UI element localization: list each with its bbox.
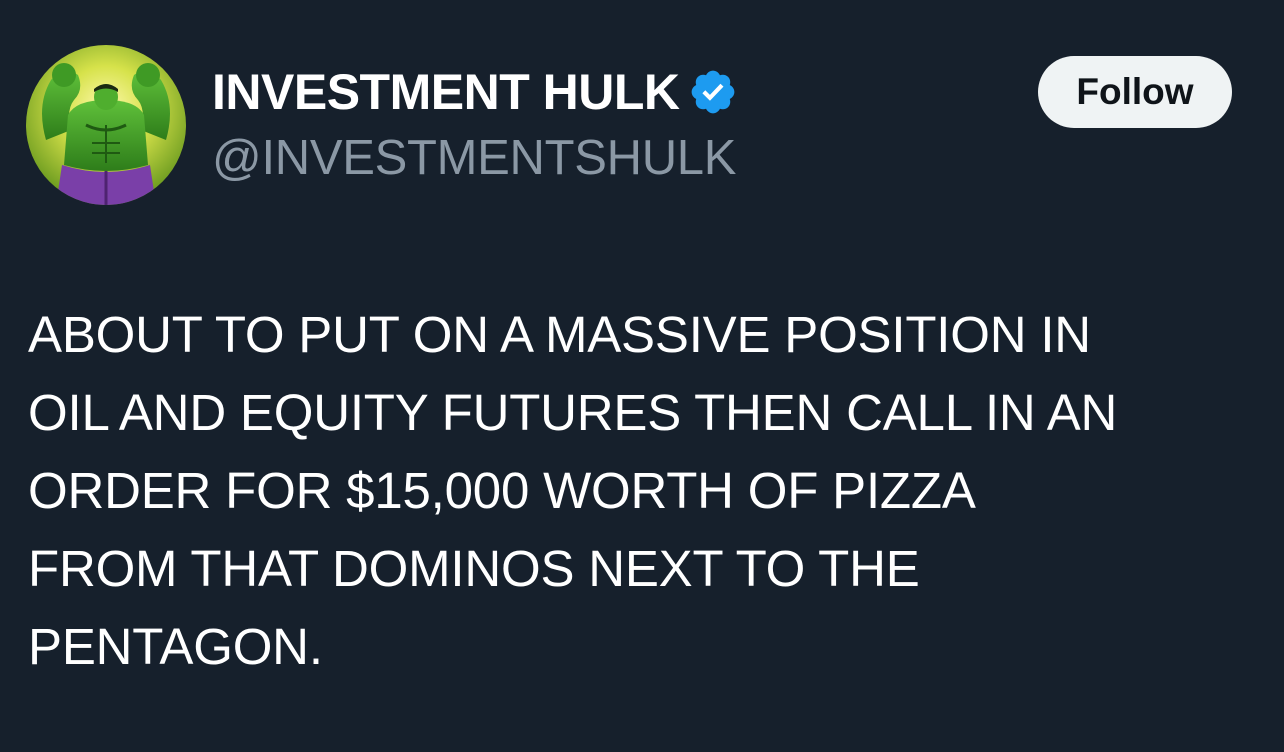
tweet-text-line: ORDER FOR $15,000 WORTH OF PIZZA bbox=[28, 462, 976, 519]
tweet-text-line: FROM THAT DOMINOS NEXT TO THE bbox=[28, 540, 920, 597]
name-row: INVESTMENT HULK bbox=[212, 62, 738, 122]
display-name[interactable]: INVESTMENT HULK bbox=[212, 62, 680, 122]
tweet-text: ABOUT TO PUT ON A MASSIVE POSITION IN OI… bbox=[28, 296, 1268, 686]
verified-badge-icon bbox=[688, 67, 738, 117]
tweet-card: INVESTMENT HULK @INVESTMENTSHULK Follow … bbox=[0, 0, 1284, 752]
follow-button[interactable]: Follow bbox=[1038, 56, 1232, 128]
tweet-text-line: OIL AND EQUITY FUTURES THEN CALL IN AN bbox=[28, 384, 1118, 441]
tweet-text-line: PENTAGON. bbox=[28, 618, 323, 675]
avatar[interactable] bbox=[26, 45, 186, 205]
handle[interactable]: @INVESTMENTSHULK bbox=[212, 128, 736, 188]
hulk-avatar-icon bbox=[26, 45, 186, 205]
tweet-text-line: ABOUT TO PUT ON A MASSIVE POSITION IN bbox=[28, 306, 1091, 363]
